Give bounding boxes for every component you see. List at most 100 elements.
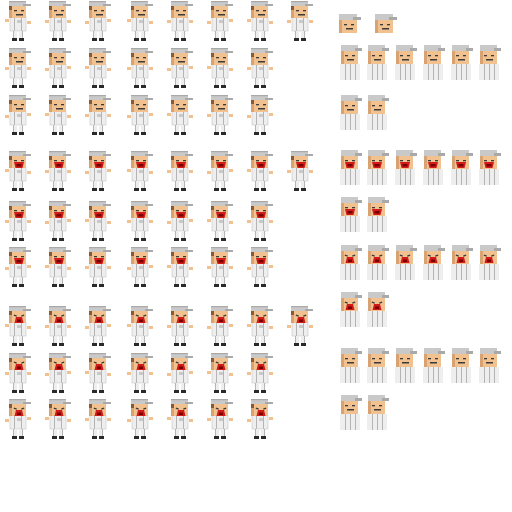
player-sprite xyxy=(85,48,111,88)
player-bust-sprite xyxy=(367,292,389,327)
player-bust-sprite xyxy=(340,348,362,383)
player-sprite xyxy=(247,306,273,346)
player-sprite xyxy=(127,1,153,41)
player-bust-sprite xyxy=(340,292,362,327)
player-sprite xyxy=(167,353,193,393)
player-sprite xyxy=(207,399,233,439)
player-sprite xyxy=(5,247,31,287)
player-sprite xyxy=(5,306,31,346)
player-sprite xyxy=(127,306,153,346)
player-sprite xyxy=(247,201,273,241)
player-sprite xyxy=(207,247,233,287)
player-bust-sprite xyxy=(340,95,362,130)
player-sprite xyxy=(85,247,111,287)
player-head-closeup xyxy=(339,14,361,33)
player-bust-sprite xyxy=(451,348,473,383)
player-sprite xyxy=(247,95,273,135)
player-sprite xyxy=(247,247,273,287)
player-sprite xyxy=(85,151,111,191)
player-sprite xyxy=(85,399,111,439)
player-sprite xyxy=(127,201,153,241)
player-sprite xyxy=(167,48,193,88)
player-bust-sprite xyxy=(451,150,473,185)
player-sprite xyxy=(167,1,193,41)
player-sprite xyxy=(167,201,193,241)
player-bust-sprite xyxy=(423,348,445,383)
player-bust-sprite xyxy=(479,348,501,383)
player-sprite xyxy=(85,306,111,346)
player-bust-sprite xyxy=(451,245,473,280)
player-bust-sprite xyxy=(423,150,445,185)
player-sprite xyxy=(247,151,273,191)
player-bust-sprite xyxy=(367,348,389,383)
player-sprite xyxy=(45,399,71,439)
player-bust-sprite xyxy=(451,45,473,80)
player-sprite xyxy=(45,306,71,346)
player-sprite xyxy=(127,151,153,191)
player-bust-sprite xyxy=(340,45,362,80)
player-sprite xyxy=(287,306,313,346)
player-sprite xyxy=(207,306,233,346)
player-sprite xyxy=(5,353,31,393)
player-sprite xyxy=(5,399,31,439)
player-bust-sprite xyxy=(340,395,362,430)
player-sprite xyxy=(5,95,31,135)
player-sprite xyxy=(85,1,111,41)
player-sprite xyxy=(167,306,193,346)
player-sprite xyxy=(45,1,71,41)
player-sprite xyxy=(207,353,233,393)
player-sprite xyxy=(127,353,153,393)
player-bust-sprite xyxy=(367,245,389,280)
player-sprite xyxy=(127,399,153,439)
player-bust-sprite xyxy=(479,45,501,80)
player-sprite xyxy=(5,201,31,241)
player-bust-sprite xyxy=(340,197,362,232)
player-bust-sprite xyxy=(340,245,362,280)
player-sprite xyxy=(85,201,111,241)
player-sprite xyxy=(45,201,71,241)
player-sprite xyxy=(85,353,111,393)
player-sprite xyxy=(127,95,153,135)
player-sprite xyxy=(45,95,71,135)
player-bust-sprite xyxy=(367,150,389,185)
player-sprite xyxy=(207,201,233,241)
player-bust-sprite xyxy=(423,45,445,80)
player-sprite xyxy=(127,48,153,88)
player-sprite xyxy=(5,1,31,41)
player-sprite xyxy=(45,247,71,287)
player-bust-sprite xyxy=(395,348,417,383)
player-sprite xyxy=(85,95,111,135)
player-bust-sprite xyxy=(395,245,417,280)
player-sprite xyxy=(167,399,193,439)
player-sprite xyxy=(247,399,273,439)
sprite-sheet xyxy=(5,1,501,439)
player-head-closeup xyxy=(375,14,397,33)
player-sprite xyxy=(5,48,31,88)
player-sprite xyxy=(207,1,233,41)
player-bust-sprite xyxy=(395,45,417,80)
player-sprite xyxy=(45,353,71,393)
player-bust-sprite xyxy=(340,150,362,185)
player-bust-sprite xyxy=(367,395,389,430)
player-bust-sprite xyxy=(479,150,501,185)
player-sprite xyxy=(207,95,233,135)
player-sprite xyxy=(247,353,273,393)
player-sprite xyxy=(5,151,31,191)
player-bust-sprite xyxy=(479,245,501,280)
player-sprite xyxy=(287,1,313,41)
player-sprite xyxy=(247,48,273,88)
player-sprite xyxy=(167,95,193,135)
player-sprite xyxy=(207,48,233,88)
player-bust-sprite xyxy=(423,245,445,280)
player-sprite xyxy=(167,151,193,191)
player-bust-sprite xyxy=(395,150,417,185)
player-bust-sprite xyxy=(367,95,389,130)
player-bust-sprite xyxy=(367,197,389,232)
player-bust-sprite xyxy=(367,45,389,80)
player-sprite xyxy=(287,151,313,191)
player-sprite xyxy=(167,247,193,287)
player-sprite xyxy=(207,151,233,191)
player-sprite xyxy=(45,48,71,88)
player-sprite xyxy=(247,1,273,41)
player-sprite xyxy=(45,151,71,191)
